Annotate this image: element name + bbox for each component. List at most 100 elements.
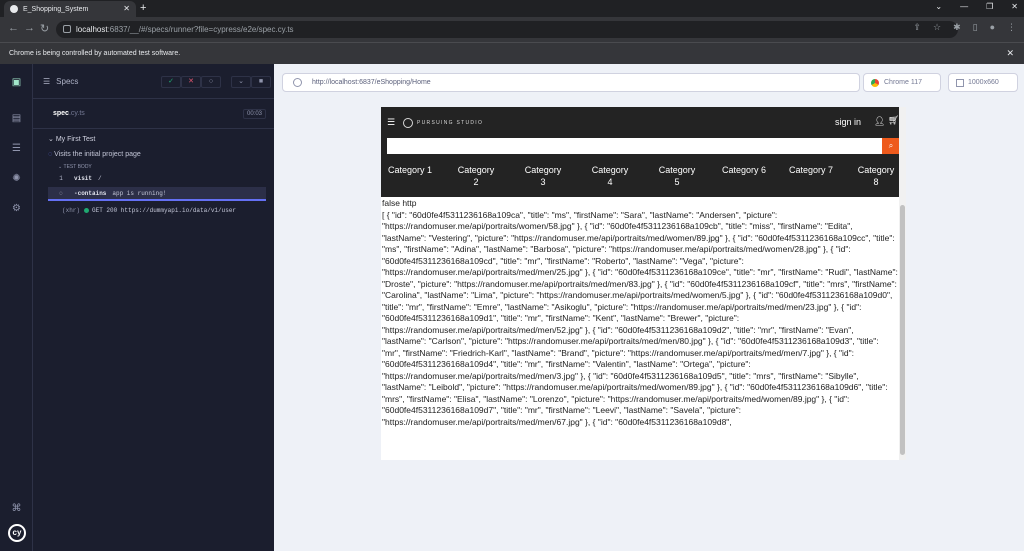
command-row[interactable]: 1 visit / <box>48 173 266 184</box>
cypress-favicon-icon <box>10 5 18 13</box>
running-dot-icon: ◌ <box>48 151 53 158</box>
command-name: visit <box>74 175 93 182</box>
collapse-chevron-icon[interactable]: ⌄ <box>48 136 54 143</box>
suite-title[interactable]: ⌄ My First Test <box>33 129 274 143</box>
category-link[interactable]: Category 2 <box>457 164 495 188</box>
toolbar-icons: ⇪ ☆ ✱ ▯ ● ⋮ <box>913 22 1016 33</box>
search-button[interactable]: ⌕ <box>882 138 900 154</box>
new-tab-button[interactable]: + <box>140 2 146 14</box>
category-nav: Category 1 Category 2 Category 3 Categor… <box>381 164 906 192</box>
status-line: false http <box>382 198 417 208</box>
site-info-icon[interactable] <box>63 25 71 33</box>
test-body-label[interactable]: ⌄ TEST BODY <box>33 158 274 170</box>
address-bar[interactable]: localhost:6837/__/#/specs/runner?file=cy… <box>56 21 958 38</box>
xhr-row[interactable]: (xhr) GET 200 https://dummyapi.io/data/v… <box>48 205 266 216</box>
category-link[interactable]: Category 6 <box>719 164 769 176</box>
spinner-icon: ◌ <box>59 189 63 197</box>
pending-icon: ○ <box>201 76 221 88</box>
xhr-message: GET 200 https://dummyapi.io/data/v1/user <box>92 207 237 214</box>
bookmark-star-icon[interactable]: ☆ <box>933 22 941 33</box>
aut-url-bar[interactable]: http://localhost:6837/eShopping/Home <box>282 73 860 92</box>
scrollbar-thumb[interactable] <box>900 205 905 455</box>
viewport-icon <box>956 79 964 87</box>
tab-title: E_Shopping_System <box>23 5 89 13</box>
keyboard-shortcuts-icon[interactable]: ⌘ <box>10 502 23 515</box>
test-title[interactable]: ◌ Visits the initial project page <box>33 143 274 158</box>
aut-scrollbar[interactable] <box>899 107 906 460</box>
search-icon: ⌕ <box>888 141 894 150</box>
passed-check-icon: ✓ <box>161 76 181 88</box>
reload-icon[interactable]: ↻ <box>40 22 49 35</box>
user-json-dump: [ { "id": "60d0fe4f5311236168a109ca", "t… <box>382 209 898 427</box>
window-controls: ⌄ — ❐ ✕ <box>935 2 1018 11</box>
chrome-tab-bar: E_Shopping_System ✕ + ⌄ — ❐ ✕ <box>0 0 1024 17</box>
close-window-icon[interactable]: ✕ <box>1011 2 1018 11</box>
restore-icon[interactable]: ❐ <box>986 2 993 11</box>
automation-infobar: Chrome is being controlled by automated … <box>0 42 1024 64</box>
command-name: -contains <box>74 189 107 197</box>
profile-icon[interactable]: ● <box>990 22 995 33</box>
tab-search-icon[interactable]: ⌄ <box>935 2 942 11</box>
side-panel-icon[interactable]: ▯ <box>973 22 978 33</box>
category-link[interactable]: Category 3 <box>524 164 562 188</box>
page-content: false http [ { "id": "60d0fe4f5311236168… <box>381 198 899 428</box>
stop-icon[interactable]: ■ <box>251 76 271 88</box>
reporter-header-label: Specs <box>56 76 79 86</box>
category-link[interactable]: Category 4 <box>591 164 629 188</box>
chrome-icon <box>871 79 879 87</box>
sign-in-link[interactable]: sign in <box>835 117 861 127</box>
category-link[interactable]: Category 1 <box>387 164 433 176</box>
body-chevron-icon: ⌄ <box>58 164 63 170</box>
aut-url: http://localhost:6837/eShopping/Home <box>312 79 431 86</box>
close-tab-icon[interactable]: ✕ <box>123 4 130 13</box>
category-link[interactable]: Category 7 <box>786 164 836 176</box>
specs-toggle-icon[interactable]: ☰ <box>43 77 50 86</box>
test-body-text: TEST BODY <box>63 164 92 170</box>
options-chevron-icon[interactable]: ⌄ <box>231 76 251 88</box>
command-row-active[interactable]: ◌ -contains app is running! <box>48 187 266 201</box>
spec-ext: .cy.ts <box>68 110 85 117</box>
hamburger-menu-icon[interactable]: ☰ <box>387 117 395 128</box>
duration-badge: 00:03 <box>242 108 266 119</box>
category-link[interactable]: Category 5 <box>658 164 696 188</box>
command-message: / <box>98 175 102 182</box>
chrome-toolbar: ← → ↻ localhost:6837/__/#/specs/runner?f… <box>0 17 1024 42</box>
chrome-menu-icon[interactable]: ⋮ <box>1007 22 1016 33</box>
cypress-logo-icon: cy <box>8 524 26 542</box>
cart-icon[interactable]: 🛒︎ <box>888 115 899 126</box>
selector-playground-icon[interactable] <box>293 78 302 87</box>
search-input[interactable] <box>387 138 882 154</box>
extensions-icon[interactable]: ✱ <box>953 22 961 33</box>
brand-logo[interactable]: PURSUING STUDIO <box>403 118 483 128</box>
user-icon[interactable]: 👤︎ <box>874 116 885 127</box>
minimize-icon[interactable]: — <box>960 2 968 11</box>
command-number: 1 <box>59 175 63 182</box>
brand-text: PURSUING STUDIO <box>417 120 484 126</box>
debug-icon[interactable]: ✺ <box>10 172 23 185</box>
shop-navbar: ☰ PURSUING STUDIO sign in 👤︎ 🛒︎ ⌕ Catego… <box>381 107 906 197</box>
spec-file-row: spec .cy.ts 00:03 <box>33 99 274 129</box>
forward-icon[interactable]: → <box>24 22 35 34</box>
failed-x-icon: ✕ <box>181 76 201 88</box>
project-icon[interactable]: ▣ <box>10 76 23 89</box>
viewport-label: 1000x660 <box>968 79 999 86</box>
browser-tab[interactable]: E_Shopping_System ✕ <box>4 1 136 17</box>
address-host: localhost <box>76 25 108 34</box>
specs-list-icon[interactable]: ☰ <box>10 142 23 155</box>
share-icon[interactable]: ⇪ <box>913 22 921 33</box>
browser-selector[interactable]: Chrome 117 <box>863 73 941 92</box>
spec-runner: http://localhost:6837/eShopping/Home Chr… <box>274 64 1024 551</box>
back-icon[interactable]: ← <box>8 22 19 34</box>
test-name: Visits the initial project page <box>54 151 141 158</box>
spec-name: spec <box>53 110 69 117</box>
command-log-reporter: ☰ Specs ✓ ✕ ○ ⌄ ■ spec .cy.ts 00:03 ⌄ My … <box>33 64 274 551</box>
app-under-test-frame: ☰ PURSUING STUDIO sign in 👤︎ 🛒︎ ⌕ Catego… <box>381 107 906 460</box>
settings-gear-icon[interactable]: ⚙ <box>10 202 23 215</box>
status-dot-icon <box>84 208 89 213</box>
command-message: app is running! <box>112 189 167 197</box>
runs-icon[interactable]: ▤ <box>10 112 23 125</box>
category-link[interactable]: Category 8 <box>856 164 896 188</box>
viewport-selector[interactable]: 1000x660 <box>948 73 1018 92</box>
suite-name: My First Test <box>55 136 96 143</box>
infobar-close-icon[interactable]: ✕ <box>1006 48 1014 59</box>
